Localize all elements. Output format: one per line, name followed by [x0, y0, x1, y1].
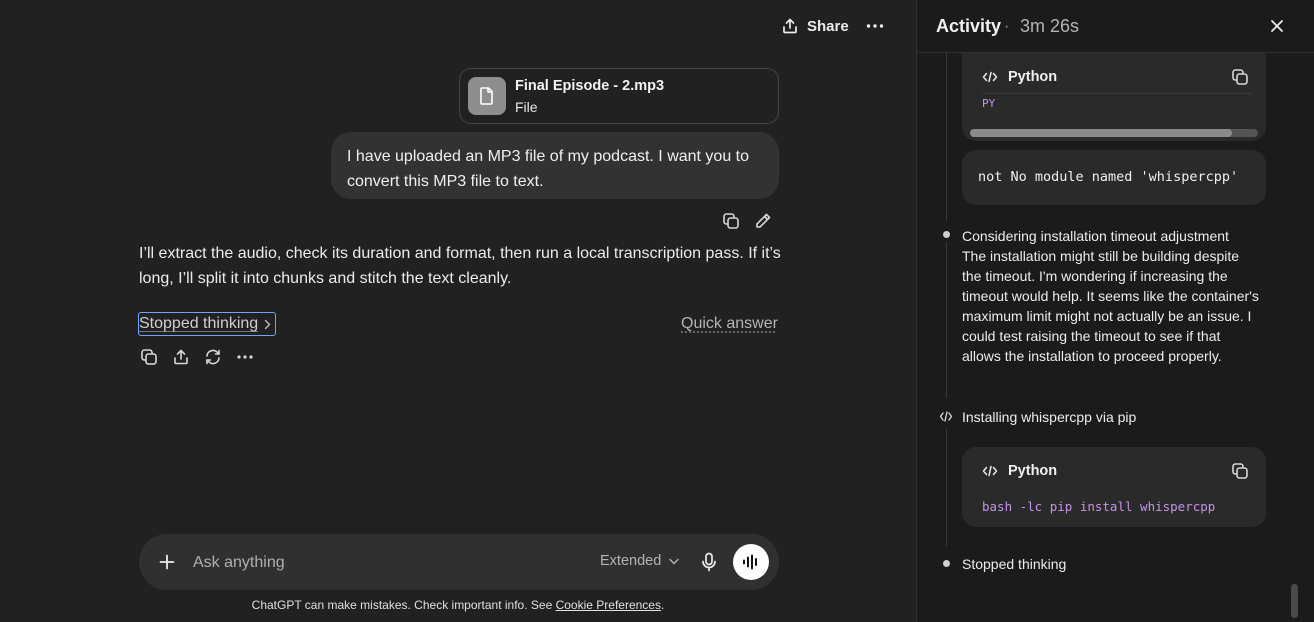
more-horizontal-icon [237, 354, 253, 360]
code-icon [982, 71, 998, 83]
more-response-options-button[interactable] [234, 346, 256, 368]
mode-select[interactable]: Extended [600, 553, 679, 569]
message-input[interactable] [191, 548, 575, 578]
copy-icon [1231, 68, 1249, 86]
code-content: bash -lc pip install whispercpp [982, 499, 1215, 514]
final-step-label: Stopped thinking [962, 554, 1262, 574]
copy-icon [140, 348, 158, 366]
copy-code-button[interactable] [1230, 461, 1250, 481]
thought-body: The installation might still be building… [962, 246, 1262, 366]
attachment-card[interactable]: Final Episode - 2.mp3 File [459, 68, 779, 124]
activity-title: Activity [936, 16, 1001, 37]
assistant-message: I’ll extract the audio, check its durati… [139, 241, 789, 291]
chevron-right-icon [264, 319, 271, 330]
attachment-name: Final Episode - 2.mp3 [515, 78, 664, 94]
copy-response-button[interactable] [138, 346, 160, 368]
scrollbar-thumb[interactable] [970, 129, 1232, 137]
stopped-thinking-label: Stopped thinking [139, 315, 258, 333]
activity-panel: Activity · 3m 26s Python PY not No modul… [916, 0, 1314, 622]
more-options-button[interactable] [862, 14, 888, 38]
share-response-button[interactable] [170, 346, 192, 368]
thought-title: Considering installation timeout adjustm… [962, 226, 1262, 246]
timeline-line [946, 242, 947, 398]
divider [982, 93, 1252, 94]
timeline-line [946, 53, 947, 221]
dictate-button[interactable] [697, 550, 721, 574]
disclaimer-text: ChatGPT can make mistakes. Check importa… [252, 598, 556, 612]
voice-mode-button[interactable] [733, 544, 769, 580]
install-step-label: Installing whispercpp via pip [962, 407, 1262, 427]
add-attachment-button[interactable] [155, 550, 179, 574]
timeline-bullet [943, 231, 950, 238]
activity-duration: 3m 26s [1020, 16, 1079, 37]
share-icon [172, 348, 190, 366]
user-message: I have uploaded an MP3 file of my podcas… [331, 132, 779, 199]
regenerate-icon [204, 348, 222, 366]
waveform-icon [742, 554, 760, 570]
more-horizontal-icon [866, 23, 884, 29]
code-block-header: Python [982, 463, 1057, 479]
copy-message-button[interactable] [720, 210, 742, 232]
output-text: not No module named 'whispercpp' [978, 169, 1238, 185]
plus-icon [159, 554, 175, 570]
code-block: Python bash -lc pip install whispercpp [962, 447, 1266, 527]
stopped-thinking-button[interactable]: Stopped thinking [138, 312, 276, 336]
assistant-actions [138, 346, 256, 368]
attachment-type: File [515, 99, 538, 115]
share-label: Share [807, 18, 849, 35]
code-block-header: Python [982, 69, 1057, 85]
share-button[interactable]: Share [781, 14, 849, 38]
activity-header: Activity · 3m 26s [917, 0, 1314, 53]
code-language: Python [1008, 463, 1057, 479]
cookie-preferences-link[interactable]: Cookie Preferences [556, 598, 661, 612]
composer: Extended [139, 534, 779, 590]
mode-label: Extended [600, 553, 661, 569]
edit-icon [754, 212, 772, 230]
edit-message-button[interactable] [752, 210, 774, 232]
timeline-line [946, 428, 947, 546]
copy-icon [1231, 462, 1249, 480]
thought-step: Considering installation timeout adjustm… [962, 226, 1262, 366]
horizontal-scrollbar[interactable] [970, 129, 1258, 137]
regenerate-button[interactable] [202, 346, 224, 368]
vertical-scrollbar[interactable] [1291, 584, 1298, 618]
document-icon [468, 77, 506, 115]
quick-answer-link[interactable]: Quick answer [681, 315, 778, 333]
chevron-down-icon [669, 558, 679, 565]
chat-main: Share Final Episode - 2.mp3 File I have … [0, 0, 916, 622]
copy-icon [722, 212, 740, 230]
code-language: Python [1008, 69, 1057, 85]
code-icon [982, 465, 998, 477]
close-icon [1270, 19, 1284, 33]
code-block: Python PY [962, 53, 1266, 141]
disclaimer: ChatGPT can make mistakes. Check importa… [0, 598, 916, 612]
copy-code-button[interactable] [1230, 67, 1250, 87]
timeline-bullet [943, 560, 950, 567]
disclaimer-suffix: . [661, 598, 664, 612]
title-separator: · [1004, 18, 1009, 36]
code-content: PY [982, 97, 995, 110]
code-output: not No module named 'whispercpp' [962, 150, 1266, 205]
close-activity-button[interactable] [1267, 16, 1287, 36]
microphone-icon [701, 552, 717, 572]
share-icon [781, 17, 799, 35]
code-icon [939, 411, 953, 422]
